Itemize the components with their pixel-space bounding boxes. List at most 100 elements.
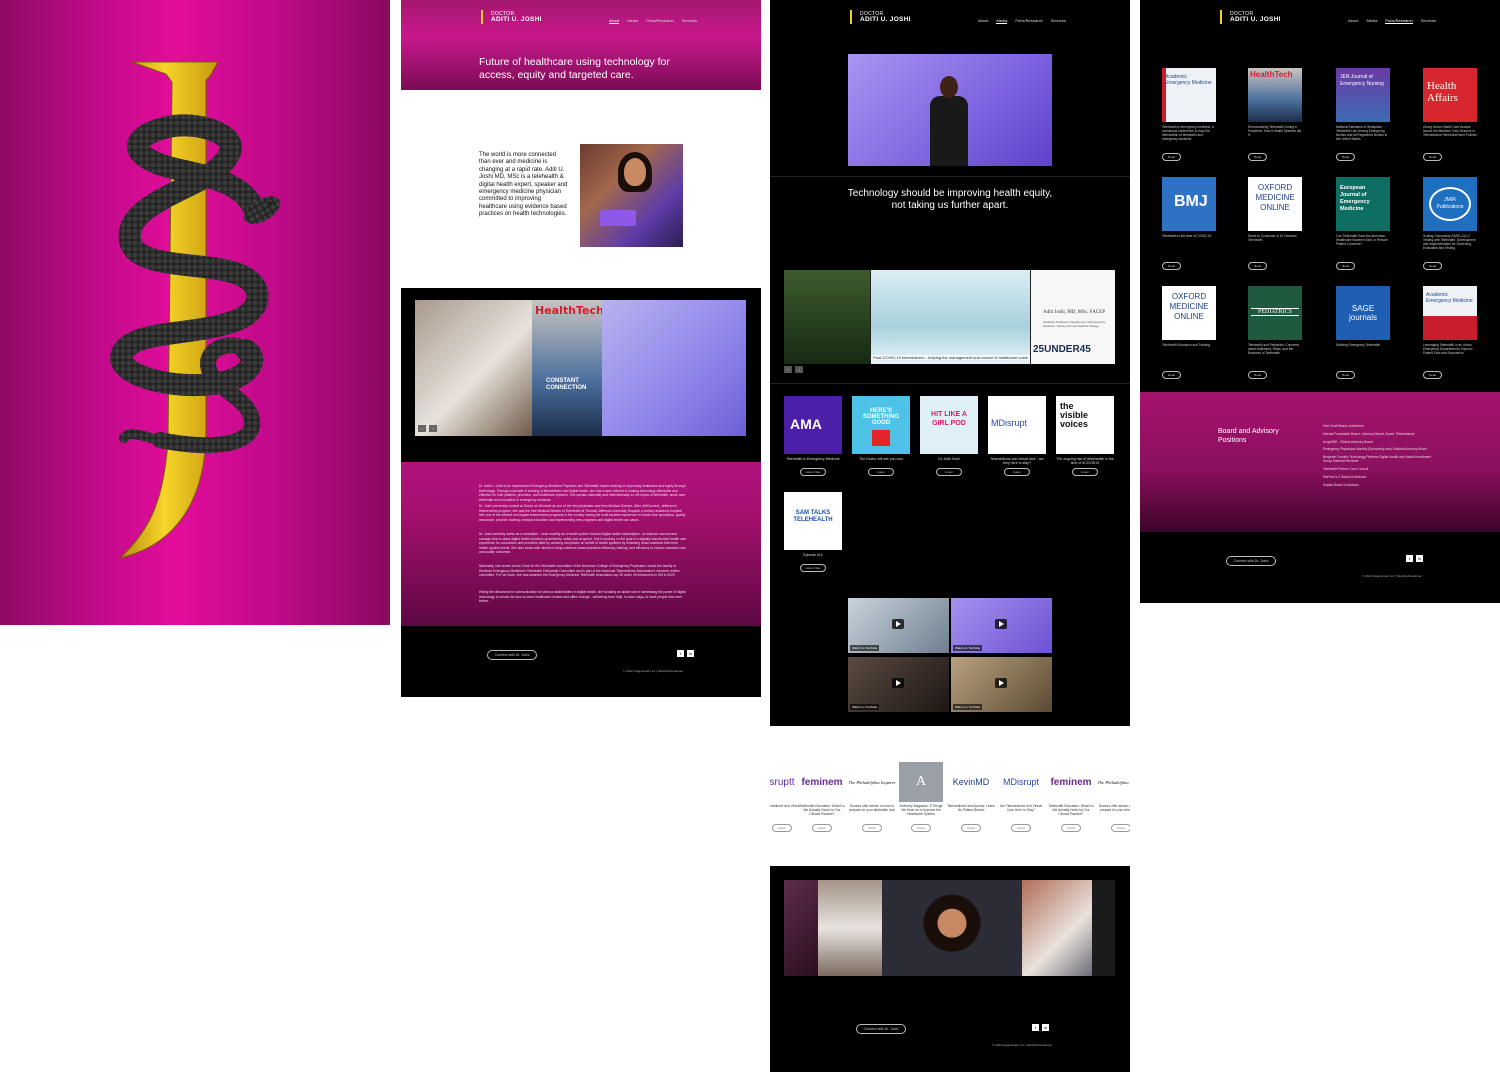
youtube-label: Watch on YouTube — [850, 645, 880, 651]
play-icon[interactable] — [995, 678, 1007, 688]
read-button[interactable]: Read — [812, 824, 832, 832]
nav-link-services[interactable]: Services — [1421, 18, 1436, 24]
podcast-card: MDisrupt Telemedicine and virtual care -… — [988, 396, 1046, 476]
journal-cover[interactable]: JEN Journal of Emergency Nursing — [1336, 68, 1390, 122]
play-icon[interactable] — [892, 678, 904, 688]
read-button[interactable]: Read — [961, 824, 981, 832]
twitter-icon[interactable]: t — [1406, 555, 1413, 562]
listen-button[interactable]: Listen — [1072, 468, 1098, 476]
read-button[interactable]: Read — [1423, 153, 1443, 161]
read-button[interactable]: Read — [1061, 824, 1081, 832]
video-thumbnail[interactable]: Watch on YouTube — [848, 657, 949, 712]
journal-cover[interactable]: Academic Emergency Medicine — [1162, 68, 1216, 122]
next-arrow-icon[interactable]: › — [795, 366, 803, 373]
video-thumbnail[interactable]: Watch on YouTube — [951, 657, 1052, 712]
nav-link-media[interactable]: Media — [996, 18, 1008, 24]
connect-button[interactable]: Connect with Dr. Joshi — [487, 650, 537, 660]
play-icon[interactable] — [892, 619, 904, 629]
award-badge: 25UNDER45 — [1033, 344, 1091, 355]
journal-cover[interactable]: HealthTech — [1248, 68, 1302, 122]
read-button[interactable]: Read — [1248, 371, 1268, 379]
journal-title: HealthTech — [1250, 70, 1293, 79]
read-button[interactable]: Read — [772, 824, 792, 832]
nav-link-research[interactable]: Pubs/Research — [1385, 18, 1413, 24]
video-thumbnail[interactable]: Watch on YouTube — [848, 598, 949, 653]
read-button[interactable]: Read — [1162, 262, 1182, 270]
journal-title: JMIR Publications — [1429, 187, 1471, 221]
read-button[interactable]: Read — [1336, 371, 1356, 379]
listen-button[interactable]: Listen — [936, 468, 962, 476]
podcast-tile[interactable]: HERE'S SOMETHING GOOD — [852, 396, 910, 454]
journal-cover[interactable]: BMJ — [1162, 177, 1216, 231]
nav-link-about[interactable]: About — [1348, 18, 1358, 24]
next-arrow-icon[interactable]: › — [429, 425, 437, 432]
nav-link-research[interactable]: Pubs/Research — [1015, 18, 1042, 24]
connect-button[interactable]: Connect with Dr. Joshi — [1226, 556, 1276, 566]
press-logo: feminem — [1050, 776, 1092, 788]
listen-button[interactable]: Listen Now — [800, 564, 826, 572]
media-quote: Technology should be improving health eq… — [847, 188, 1053, 211]
prev-arrow-icon[interactable]: ‹ — [418, 425, 426, 432]
nav-link-about[interactable]: About — [609, 18, 620, 24]
photo-strip[interactable] — [784, 880, 1115, 976]
read-button[interactable]: Read — [1423, 371, 1443, 379]
read-button[interactable]: Read — [1423, 262, 1443, 270]
read-button[interactable]: Read — [1248, 262, 1268, 270]
journal-cover[interactable]: Health Affairs — [1423, 68, 1477, 122]
read-button[interactable]: Read — [1248, 153, 1268, 161]
read-button[interactable]: Read — [1011, 824, 1031, 832]
read-button[interactable]: Read — [1336, 153, 1356, 161]
brand-logo[interactable]: DOCTOR ADITI U. JOSHI — [481, 10, 542, 24]
read-button[interactable]: Read — [862, 824, 882, 832]
listen-button[interactable]: Listen — [868, 468, 894, 476]
listen-button[interactable]: Listen Now — [800, 468, 826, 476]
podcast-tile[interactable]: SAM TALKS TELEHEALTH — [784, 492, 842, 550]
read-button[interactable]: Read — [911, 824, 931, 832]
nav-link-research[interactable]: Pubs/Research — [646, 18, 673, 24]
portrait-photo — [580, 144, 683, 247]
gallery-controls: ‹ › — [418, 425, 437, 432]
journal-cover[interactable]: European Journal of Emergency Medicine — [1336, 177, 1390, 231]
connect-button[interactable]: Connect with Dr. Joshi — [856, 1024, 906, 1034]
podcast-tile[interactable]: AMA — [784, 396, 842, 454]
podcast-caption: The Doctor will see you now — [859, 457, 903, 461]
journal-cover[interactable]: PEDIATRICS — [1248, 286, 1302, 340]
brand-logo[interactable]: DOCTOR ADITI U. JOSHI — [1220, 10, 1281, 24]
nav-link-services[interactable]: Services — [1051, 18, 1066, 24]
read-button[interactable]: Read — [1162, 153, 1182, 161]
journal-cover[interactable]: JMIR Publications — [1423, 177, 1477, 231]
nav-link-media[interactable]: Media — [1366, 18, 1377, 24]
brand-name: ADITI U. JOSHI — [860, 16, 911, 23]
nav-link-about[interactable]: About — [978, 18, 988, 24]
linkedin-icon[interactable]: in — [687, 650, 694, 657]
nav-link-media[interactable]: Media — [627, 18, 638, 24]
prev-arrow-icon[interactable]: ‹ — [784, 366, 792, 373]
video-thumbnail[interactable]: Watch on YouTube — [951, 598, 1052, 653]
podcast-tile[interactable]: the visible voices — [1056, 396, 1114, 454]
journal-title: Academic Emergency Medicine — [1426, 292, 1473, 304]
about-paragraph: Hitting the disconnect in communication … — [479, 590, 686, 604]
appearances-carousel[interactable]: Post-COVID-19 telemedicine - helping the… — [784, 270, 1115, 364]
podcast-tile[interactable]: MDisrupt — [988, 396, 1046, 454]
twitter-icon[interactable]: t — [677, 650, 684, 657]
linkedin-icon[interactable]: in — [1042, 1024, 1049, 1031]
brand-name: ADITI U. JOSHI — [491, 16, 542, 23]
photo-gallery[interactable]: HealthTech CONSTANT CONNECTION ‹ › — [415, 300, 746, 436]
listen-button[interactable]: Listen — [1004, 468, 1030, 476]
podcast-tile[interactable]: HIT LIKE A GIRL POD — [920, 396, 978, 454]
read-button[interactable]: Read — [1111, 824, 1130, 832]
brand-logo[interactable]: DOCTOR ADITI U. JOSHI — [850, 10, 911, 24]
journal-cover[interactable]: OXFORD MEDICINE ONLINE — [1162, 286, 1216, 340]
twitter-icon[interactable]: t — [1032, 1024, 1039, 1031]
keynote-video[interactable] — [848, 54, 1052, 166]
nav-link-services[interactable]: Services — [682, 18, 697, 24]
journal-title: Health Affairs — [1427, 80, 1458, 104]
linkedin-icon[interactable]: in — [1416, 555, 1423, 562]
journal-cover[interactable]: Academic Emergency Medicine — [1423, 286, 1477, 340]
read-button[interactable]: Read — [1162, 371, 1182, 379]
read-button[interactable]: Read — [1336, 262, 1356, 270]
journal-cover[interactable]: OXFORD MEDICINE ONLINE — [1248, 177, 1302, 231]
journal-cover[interactable]: SAGE journals — [1336, 286, 1390, 340]
press-item: KevinMD Telemedicine and Access: Leave N… — [947, 762, 995, 834]
play-icon[interactable] — [995, 619, 1007, 629]
